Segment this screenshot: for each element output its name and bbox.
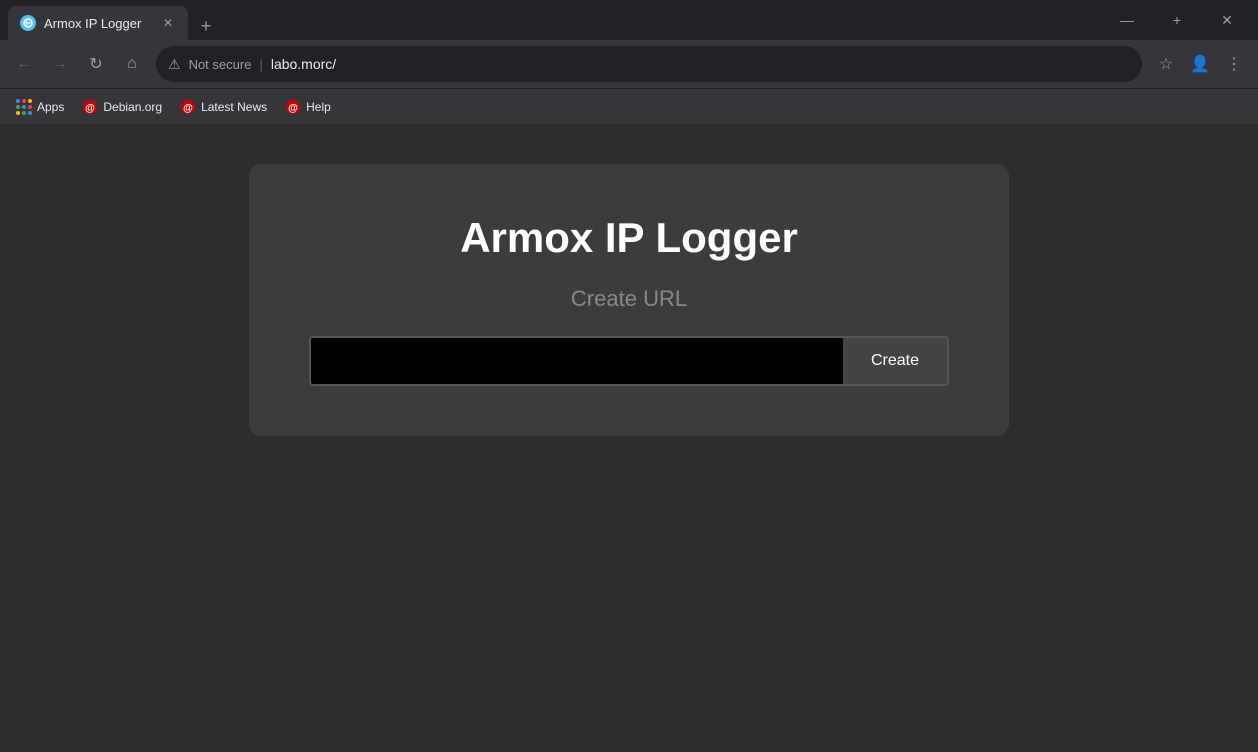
menu-button[interactable]: ⋮ — [1218, 48, 1250, 80]
svg-text:@: @ — [288, 103, 298, 114]
menu-icon: ⋮ — [1226, 54, 1242, 74]
help-label: Help — [306, 100, 331, 114]
title-bar: Armox IP Logger ✕ + — + ✕ — [0, 0, 1258, 40]
refresh-icon: ↻ — [89, 54, 102, 74]
forward-button[interactable]: → — [44, 48, 76, 80]
latest-news-favicon-icon: @ — [180, 99, 196, 115]
window-controls: — + ✕ — [1104, 4, 1250, 36]
bookmark-apps[interactable]: Apps — [8, 95, 72, 119]
back-arrow-icon: ← — [16, 55, 32, 73]
create-button[interactable]: Create — [843, 336, 949, 386]
bookmarks-bar: Apps @ Debian.org @ Latest News @ Help — [0, 88, 1258, 124]
tab-close-button[interactable]: ✕ — [160, 15, 176, 31]
address-separator: | — [259, 57, 262, 72]
svg-text:@: @ — [85, 103, 95, 114]
apps-grid-icon — [16, 99, 32, 115]
refresh-button[interactable]: ↻ — [80, 48, 112, 80]
star-icon: ☆ — [1159, 54, 1173, 74]
help-favicon-icon: @ — [285, 99, 301, 115]
not-secure-label: Not secure — [189, 57, 252, 72]
debian-favicon-icon: @ — [82, 99, 98, 115]
bookmark-debian[interactable]: @ Debian.org — [74, 95, 170, 119]
forward-arrow-icon: → — [52, 55, 68, 73]
tabs-area: Armox IP Logger ✕ + — [8, 0, 220, 40]
security-icon: ⚠ — [168, 56, 181, 73]
main-card: Armox IP Logger Create URL Create — [249, 164, 1009, 436]
back-button[interactable]: ← — [8, 48, 40, 80]
url-input[interactable] — [309, 336, 843, 386]
maximize-button[interactable]: + — [1154, 4, 1200, 36]
address-bar[interactable]: ⚠ Not secure | labo.morc/ — [156, 46, 1142, 82]
card-subtitle: Create URL — [571, 286, 687, 312]
tab-title: Armox IP Logger — [44, 16, 152, 31]
profile-button[interactable]: 👤 — [1184, 48, 1216, 80]
profile-icon: 👤 — [1190, 54, 1210, 74]
tab-favicon — [20, 15, 36, 31]
bookmark-star-button[interactable]: ☆ — [1150, 48, 1182, 80]
new-tab-button[interactable]: + — [192, 12, 220, 40]
debian-label: Debian.org — [103, 100, 162, 114]
active-tab[interactable]: Armox IP Logger ✕ — [8, 6, 188, 40]
page-content: Armox IP Logger Create URL Create — [0, 124, 1258, 752]
nav-right-controls: ☆ 👤 ⋮ — [1150, 48, 1250, 80]
url-display: labo.morc/ — [271, 56, 1130, 72]
svg-text:@: @ — [183, 103, 193, 114]
home-icon: ⌂ — [127, 55, 137, 73]
minimize-button[interactable]: — — [1104, 4, 1150, 36]
bookmark-help[interactable]: @ Help — [277, 95, 339, 119]
app-title: Armox IP Logger — [460, 214, 798, 262]
url-input-row: Create — [309, 336, 949, 386]
home-button[interactable]: ⌂ — [116, 48, 148, 80]
nav-bar: ← → ↻ ⌂ ⚠ Not secure | labo.morc/ ☆ 👤 ⋮ — [0, 40, 1258, 88]
bookmark-latest-news[interactable]: @ Latest News — [172, 95, 275, 119]
apps-label: Apps — [37, 100, 64, 114]
latest-news-label: Latest News — [201, 100, 267, 114]
close-button[interactable]: ✕ — [1204, 4, 1250, 36]
